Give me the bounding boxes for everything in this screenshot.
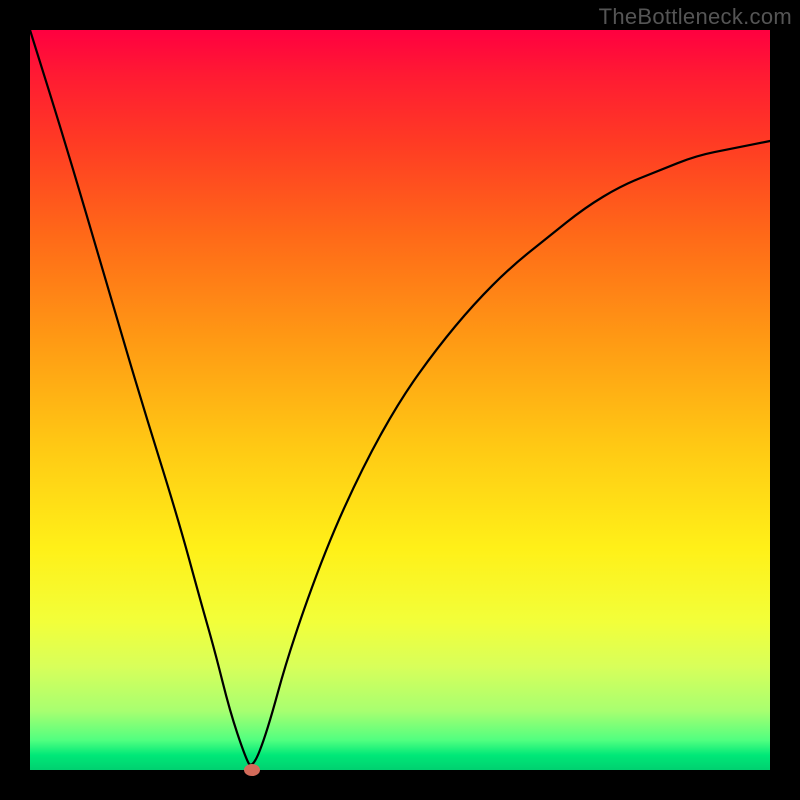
watermark-text: TheBottleneck.com	[599, 4, 792, 30]
plot-area	[30, 30, 770, 770]
minimum-marker	[244, 764, 260, 776]
chart-frame: TheBottleneck.com	[0, 0, 800, 800]
bottleneck-curve	[30, 30, 770, 770]
